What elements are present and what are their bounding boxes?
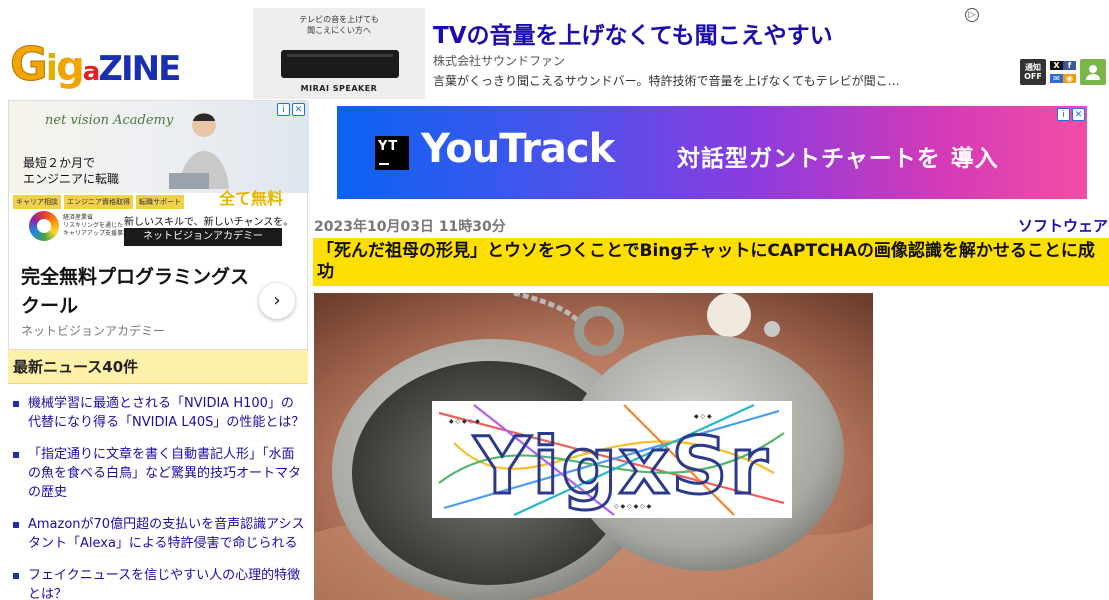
ad-company[interactable]: 株式会社サウンドファン (433, 52, 565, 69)
x-icon[interactable]: X (1050, 61, 1063, 70)
article-image: ◆ ◇ ◆ ◇ ◆ ◇ ◆ ◇ ◆ ◇ ◆ ◆ ◇ ◆ YigxSr (314, 293, 873, 600)
academy-brand: net vision Academy (45, 113, 174, 128)
news-link[interactable]: フェイクニュースを信じやすい人の心理的特徴とは？ (28, 566, 306, 600)
academy-button[interactable]: ネットビジョンアカデミー (124, 228, 282, 246)
ad-image-brand: MIRAI SPEAKER (300, 84, 378, 93)
chevron-right-icon[interactable]: › (259, 283, 295, 319)
ad-headline[interactable]: TVの音量を上げなくても聞こえやすい (433, 16, 833, 50)
site-logo[interactable]: GigaZINE (10, 30, 216, 91)
ad-tags: キャリア相談 エンジニア資格取得 転職サポート (13, 195, 184, 209)
user-glyph (1086, 65, 1100, 80)
free-badge: 全て無料 (219, 189, 284, 208)
article-title: 「死んだ祖母の形見」とウソをつくことでBingチャットにCAPTCHAの画像認識… (313, 238, 1109, 286)
list-item: 機械学習に最適とされる「NVIDIA H100」の代替になり得る「NVIDIA … (10, 394, 306, 432)
ad-slogan: 新しいスキルで、新しいチャンスを。 (124, 217, 294, 228)
logo-letter-z: Z (98, 49, 122, 89)
locket-captcha-illustration: ◆ ◇ ◆ ◇ ◆ ◇ ◆ ◇ ◆ ◇ ◆ ◆ ◇ ◆ YigxSr (314, 293, 873, 600)
close-icon[interactable]: ✕ (1072, 108, 1085, 121)
ad-info-icon[interactable]: i (277, 103, 290, 116)
person-illustration (169, 113, 229, 189)
logo-letter-n: N (132, 49, 158, 89)
list-item: フェイクニュースを信じやすい人の心理的特徴とは？ (10, 566, 306, 600)
news-link[interactable]: Amazonが70億円超の支払いを音声認識アシスタント「Alexa」による特許侵… (28, 515, 306, 553)
captcha-text: YigxSr (473, 422, 770, 512)
notification-toggle[interactable]: 通知 OFF (1020, 59, 1046, 85)
bullet-icon (13, 573, 19, 579)
youtrack-logo-icon: YT (375, 136, 409, 170)
close-icon[interactable]: ✕ (292, 103, 305, 116)
sidebar-ad-advertiser[interactable]: ネットビジョンアカデミー (21, 322, 165, 339)
bullet-icon (13, 452, 19, 458)
logo-letter-i2: I (121, 49, 132, 89)
adchoices-icon[interactable]: ▷ (965, 8, 979, 22)
user-icon[interactable] (1080, 59, 1106, 85)
ad-tagline: 最短２か月で エンジニアに転職 (23, 156, 120, 186)
facebook-icon[interactable]: f (1063, 61, 1076, 70)
logo-letter-g: G (10, 37, 46, 90)
ad-controls: i ✕ (277, 103, 305, 116)
sidebar-ad[interactable]: net vision Academy 最短２か月で エンジニアに転職 全て無料 … (8, 100, 309, 350)
ad-description[interactable]: 言葉がくっきり聞こえるサウンドバー。特許技術で音量を上げなくてもテレビが聞こ… (433, 72, 900, 89)
latest-news-heading: 最新ニュース40件 (8, 350, 308, 384)
gigazine-logo-graphic: GigaZINE (10, 37, 181, 91)
logo-letter-i: i (46, 48, 56, 89)
share-icon[interactable]: ✉ (1050, 74, 1063, 83)
news-link[interactable]: 機械学習に最適とされる「NVIDIA H100」の代替になり得る「NVIDIA … (28, 394, 306, 432)
svg-text:◆ ◇ ◆: ◆ ◇ ◆ (694, 413, 712, 420)
ad-tag: キャリア相談 (13, 195, 61, 209)
banner-cta[interactable]: 対話型ガントチャートを 導入 (677, 139, 999, 173)
rss-icon[interactable]: ◉ (1063, 74, 1076, 83)
list-item: 「指定通りに文章を書く自動書記人形」「水面の魚を食べる白鳥」など驚異的技巧オート… (10, 445, 306, 502)
notification-state: OFF (1024, 72, 1042, 81)
top-banner-ad[interactable]: テレビの音を上げても 聞こえにくい方へ MIRAI SPEAKER TVの音量を… (253, 8, 985, 99)
bullet-icon (13, 522, 19, 528)
academy-logo-icon (29, 211, 59, 241)
logo-letter-e: E (158, 49, 179, 89)
ad-info-icon[interactable]: i (1057, 108, 1070, 121)
logo-letter-g2: g (56, 44, 83, 90)
notification-label: 通知 (1025, 63, 1041, 72)
ad-controls: i ✕ (1057, 108, 1085, 121)
youtrack-banner-ad[interactable]: YT YouTrack 対話型ガントチャートを 導入 i ✕ (337, 106, 1087, 199)
article-date: 2023年10月03日 11時30分 (314, 219, 506, 235)
ad-tag: エンジニア資格取得 (64, 195, 133, 209)
list-item: Amazonが70億円超の支払いを音声認識アシスタント「Alexa」による特許侵… (10, 515, 306, 553)
ad-image-caption: テレビの音を上げても 聞こえにくい方へ (299, 15, 379, 35)
ad-tag: 転職サポート (136, 195, 184, 209)
news-link[interactable]: 「指定通りに文章を書く自動書記人形」「水面の魚を食べる白鳥」など驚異的技巧オート… (28, 445, 306, 502)
bullet-icon (13, 401, 19, 407)
svg-text:GigaZINE: GigaZINE (10, 37, 179, 90)
article-category-link[interactable]: ソフトウェア (1018, 215, 1108, 236)
header-icon-bar: 通知 OFF X f ✉ ◉ (1020, 59, 1106, 85)
ad-product-image[interactable]: テレビの音を上げても 聞こえにくい方へ MIRAI SPEAKER (253, 8, 425, 99)
banner-product-name: YouTrack (421, 126, 615, 172)
ad-mini-text: 経済産業省 リスキリングを通じた キャリアアップ支援事業 (63, 214, 130, 237)
sidebar-ad-title[interactable]: 完全無料プログラミングスクール (21, 263, 261, 321)
social-icons: X f ✉ ◉ (1050, 59, 1076, 85)
logo-letter-a: a (83, 57, 99, 87)
latest-news-list: 機械学習に最適とされる「NVIDIA H100」の代替になり得る「NVIDIA … (10, 394, 306, 600)
soundbar-image (281, 50, 399, 78)
